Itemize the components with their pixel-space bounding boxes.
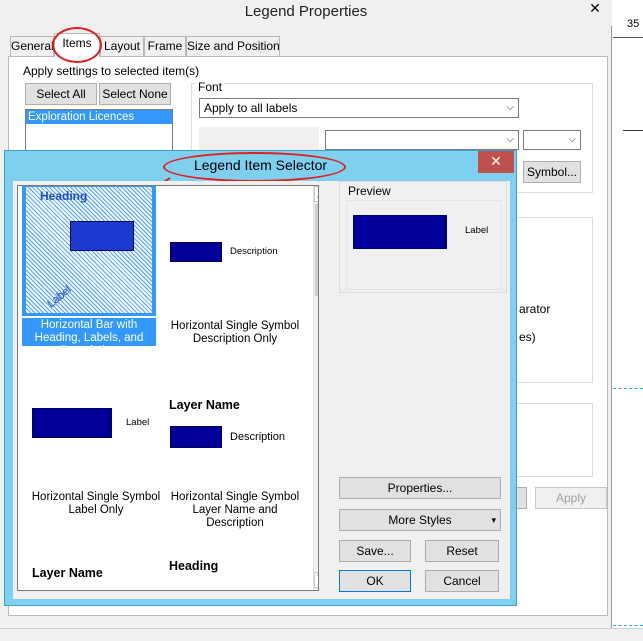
background-line xyxy=(613,37,643,38)
ok-button[interactable]: OK xyxy=(339,570,411,592)
item-layer-name[interactable]: Layer Name xyxy=(32,566,103,580)
background-guide-line xyxy=(613,388,643,389)
apply-button[interactable]: Apply xyxy=(535,487,607,509)
item-caption[interactable]: Horizontal Single Symbol Label Only xyxy=(26,491,166,517)
item-layer-name: Layer Name xyxy=(169,398,240,412)
font-size-dropdown[interactable]: ⌵ xyxy=(523,130,581,150)
legend-style-gallery[interactable]: Heading Label Horizontal Bar with Headin… xyxy=(17,185,319,591)
thumbnail-symbol xyxy=(70,221,134,251)
scroll-down-icon[interactable]: ﹀ xyxy=(314,572,318,588)
preview-label: Preview xyxy=(348,184,391,198)
item-caption[interactable]: Horizontal Single Symbol Description Onl… xyxy=(164,320,306,346)
more-styles-button[interactable]: More Styles ▾ xyxy=(339,509,501,531)
font-group-label: Font xyxy=(196,80,225,94)
symbol-button[interactable]: Symbol... xyxy=(523,161,581,183)
item-label: Label xyxy=(126,417,150,428)
options-group xyxy=(509,217,593,383)
tab-general[interactable]: General xyxy=(10,36,54,56)
preview-box: Label xyxy=(346,200,502,290)
close-icon: ✕ xyxy=(490,153,502,169)
item-caption[interactable]: Horizontal Single Symbol Layer Name and … xyxy=(164,491,306,530)
scroll-thumb[interactable]: ≡ xyxy=(315,204,318,296)
background-window-strip: 35 xyxy=(613,0,643,641)
tab-size-and-position[interactable]: Size and Position xyxy=(186,36,280,56)
item-description: Description xyxy=(230,431,286,443)
legend-item-selector-dialog: Legend Item Selector ✕ Heading Label Hor… xyxy=(4,150,517,606)
background-line xyxy=(623,130,643,131)
tab-frame[interactable]: Frame xyxy=(144,36,186,56)
item-description: Description xyxy=(230,246,278,257)
thumbnail-label: Label xyxy=(45,283,74,311)
scroll-grip-icon: ≡ xyxy=(317,244,318,253)
select-none-button[interactable]: Select None xyxy=(99,83,171,105)
list-item[interactable]: Exploration Licences xyxy=(26,110,172,124)
close-icon: ✕ xyxy=(589,0,601,16)
font-scope-value: Apply to all labels xyxy=(204,101,298,115)
options-group xyxy=(509,403,593,477)
background-number: 35 xyxy=(627,18,640,30)
partial-option-text: es) xyxy=(519,330,536,344)
item-thumbnail: Heading Label xyxy=(26,187,152,313)
dropdown-arrow-icon: ⌵ xyxy=(568,134,576,145)
dropdown-arrow-icon: ▾ xyxy=(491,515,496,525)
gallery-item-selected[interactable]: Heading Label xyxy=(22,186,156,316)
thumbnail-heading: Heading xyxy=(40,189,88,203)
background-guide-line xyxy=(613,625,643,626)
status-strip xyxy=(0,628,643,641)
preview-symbol xyxy=(353,215,447,249)
select-all-button[interactable]: Select All xyxy=(25,83,97,105)
gallery-scrollbar[interactable]: ︿ ≡ ﹀ xyxy=(313,186,318,590)
annotation-ellipse xyxy=(163,152,346,182)
cancel-button[interactable]: Cancel xyxy=(425,570,499,592)
item-caption: Horizontal Bar with Heading, Labels, and… xyxy=(22,318,156,357)
properties-button[interactable]: Properties... xyxy=(339,477,501,499)
item-heading[interactable]: Heading xyxy=(169,559,218,573)
more-styles-label: More Styles xyxy=(388,513,452,527)
save-button[interactable]: Save... xyxy=(339,540,411,562)
dropdown-arrow-icon: ⌵ xyxy=(506,102,514,113)
partial-option-text: arator xyxy=(519,302,551,316)
font-scope-dropdown[interactable]: Apply to all labels ⌵ xyxy=(199,98,519,118)
scroll-up-icon[interactable]: ︿ xyxy=(314,186,318,202)
preview-item-label: Label xyxy=(465,225,489,236)
preview-group: Preview Label xyxy=(339,181,507,293)
item-symbol xyxy=(32,408,112,438)
annotation-circle xyxy=(52,27,102,63)
close-button[interactable]: ✕ xyxy=(578,0,612,18)
dropdown-arrow-icon: ⌵ xyxy=(506,134,514,145)
apply-settings-label: Apply settings to selected item(s) xyxy=(23,64,200,78)
font-name-dropdown[interactable]: ⌵ xyxy=(325,130,519,150)
close-button[interactable]: ✕ xyxy=(478,151,514,173)
reset-button[interactable]: Reset xyxy=(425,540,499,562)
tab-layout[interactable]: Layout xyxy=(100,36,144,56)
dialog-title: Legend Properties xyxy=(244,3,368,20)
legend-properties-titlebar[interactable]: Legend Properties xyxy=(0,0,612,26)
item-symbol xyxy=(170,242,222,262)
item-symbol xyxy=(170,426,222,448)
